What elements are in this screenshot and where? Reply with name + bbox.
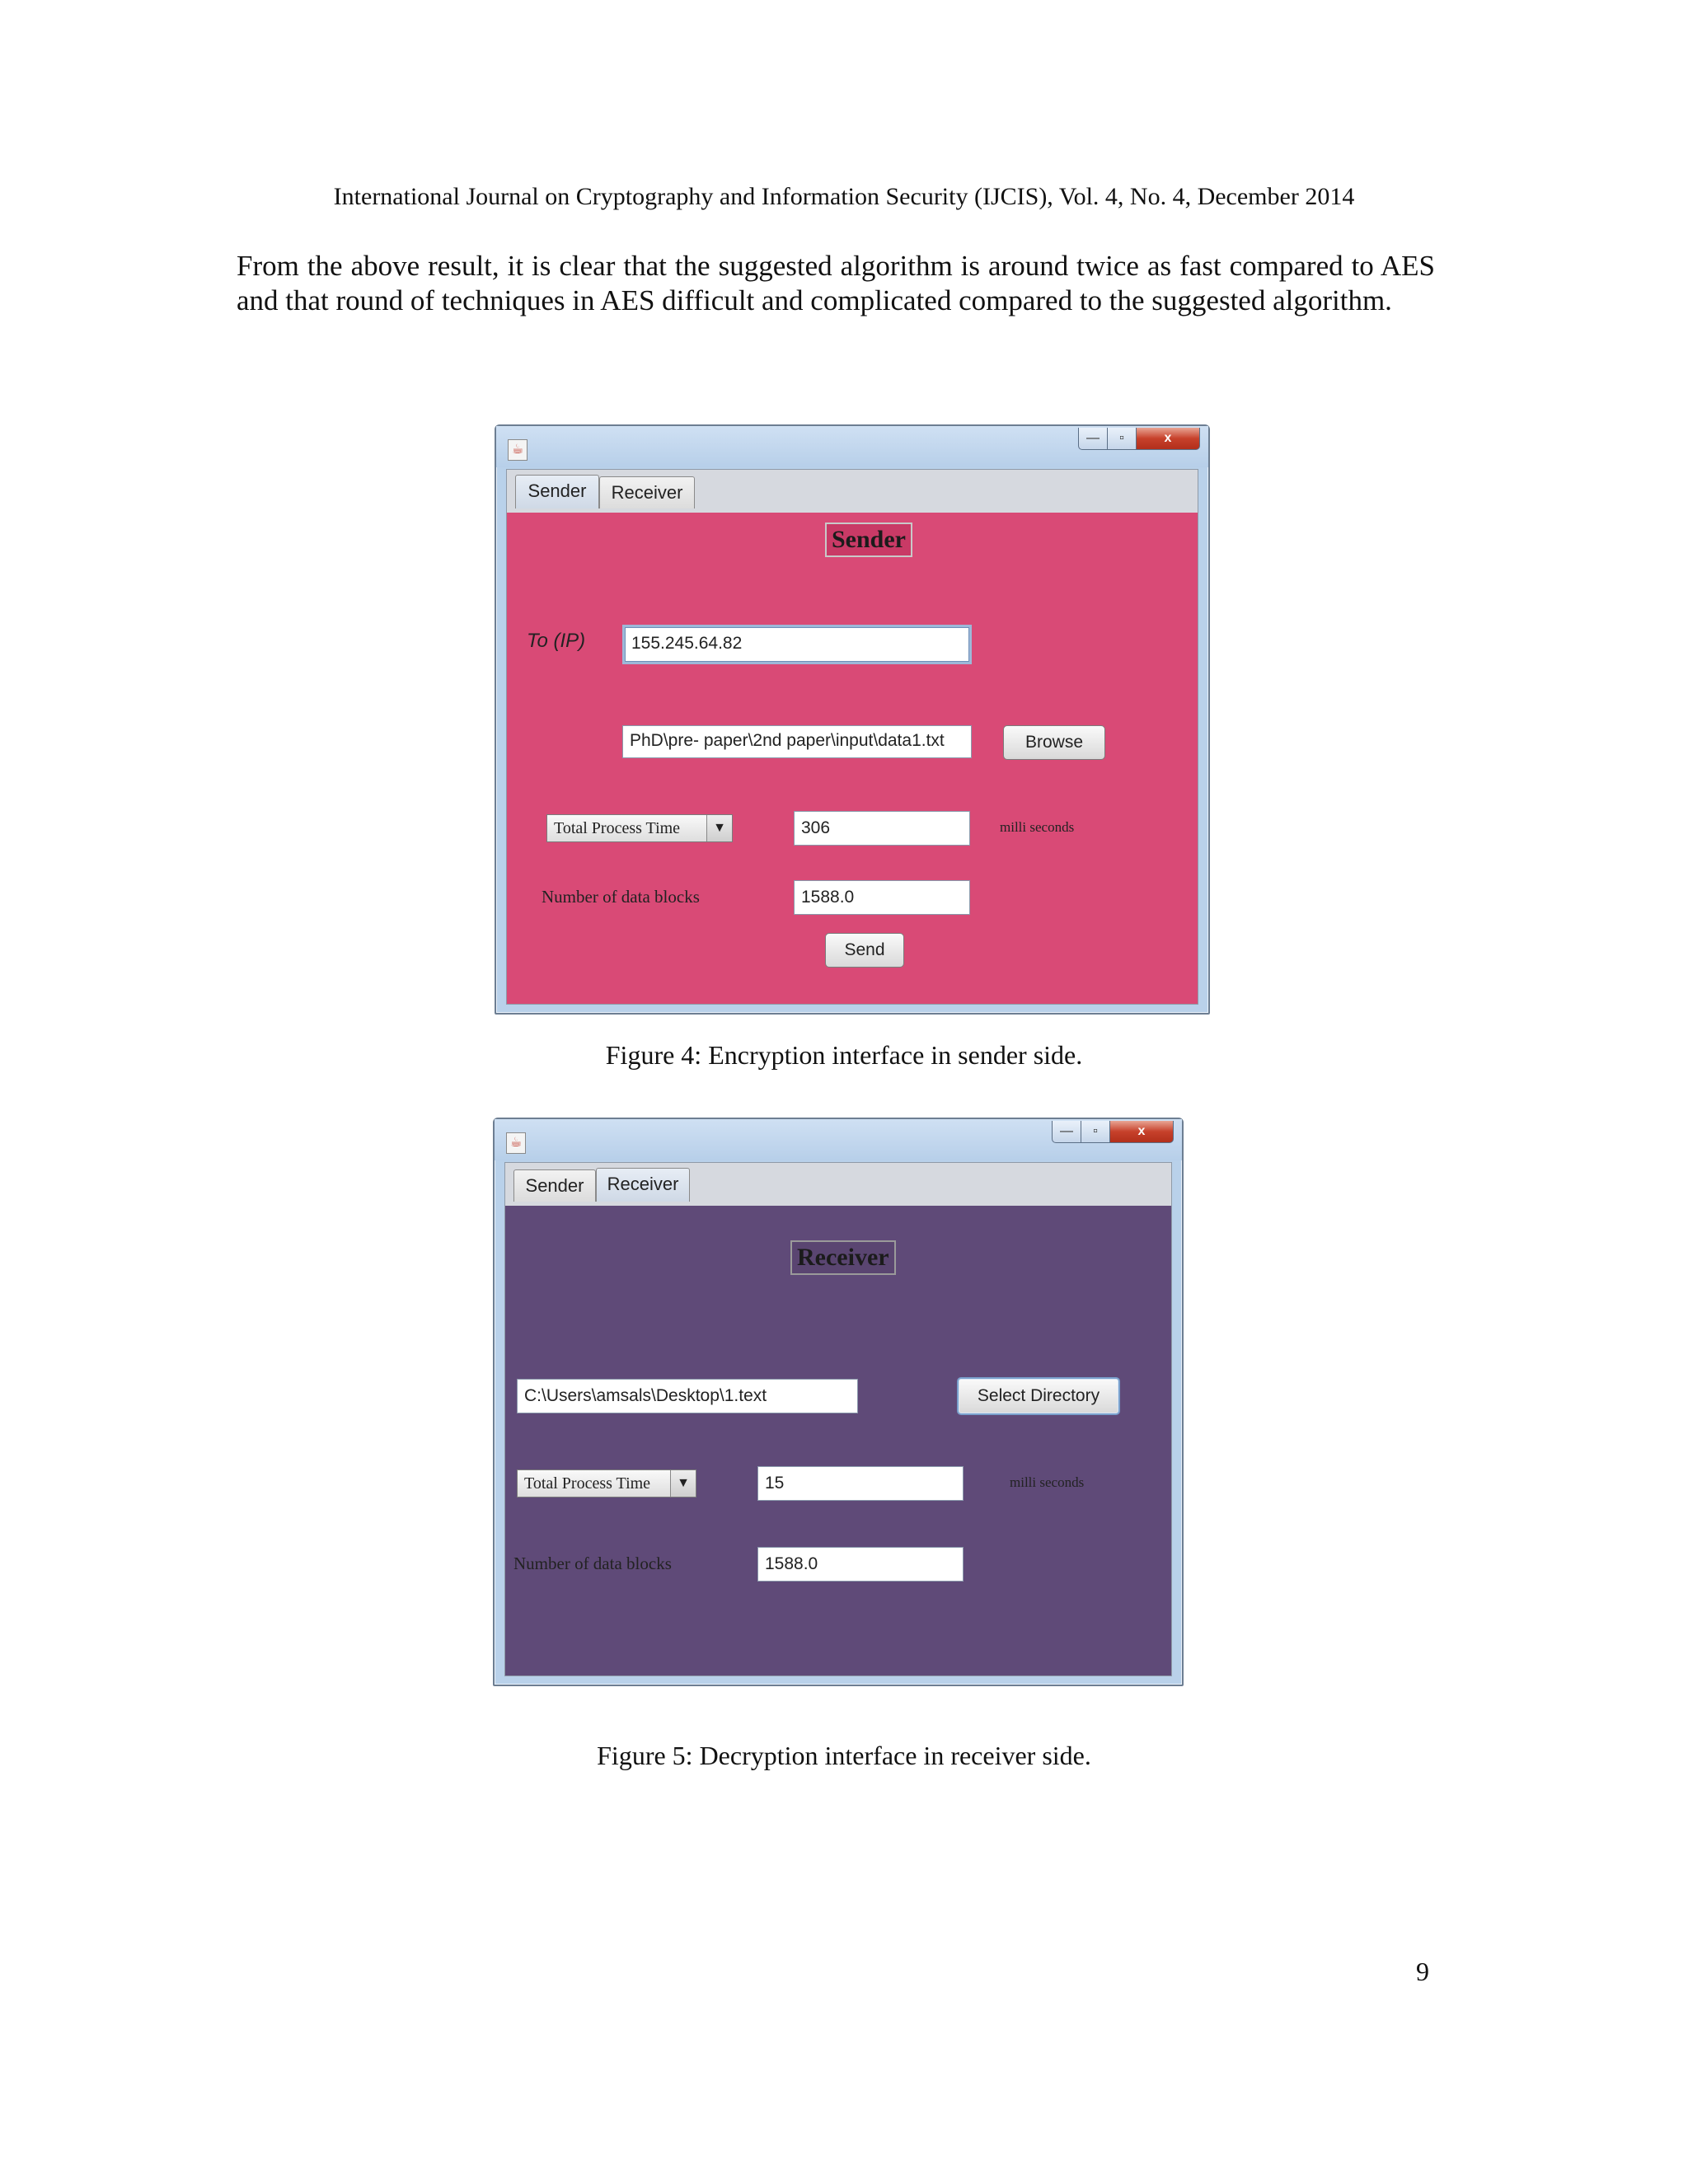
ip-label: To (IP)	[527, 630, 586, 652]
maximize-icon[interactable]: ▫	[1107, 428, 1137, 450]
window-client: Sender Receiver Receiver C:\Users\amsals…	[504, 1162, 1172, 1676]
figure-4-caption: Figure 4: Encryption interface in sender…	[605, 1040, 1083, 1070]
metric-select-value: Total Process Time	[554, 819, 681, 837]
metric-select-value: Total Process Time	[524, 1474, 651, 1493]
page-number: 9	[1416, 1957, 1429, 1986]
time-unit-label: milli seconds	[1010, 1474, 1085, 1490]
time-unit-label: milli seconds	[1000, 819, 1075, 835]
minimize-icon[interactable]: —	[1078, 428, 1108, 450]
window-controls: — ▫ x	[1052, 1121, 1174, 1144]
time-output[interactable]: 15	[757, 1466, 964, 1501]
select-directory-button[interactable]: Select Directory	[957, 1377, 1120, 1415]
maximize-icon[interactable]: ▫	[1081, 1121, 1110, 1143]
directory-path-input[interactable]: C:\Users\amsals\Desktop\1.text	[517, 1379, 858, 1413]
send-button[interactable]: Send	[825, 933, 904, 968]
dropdown-arrow-icon[interactable]: ▼	[670, 1470, 696, 1497]
ip-input[interactable]: 155.245.64.82	[622, 625, 972, 664]
java-app-icon: ☕	[508, 439, 528, 461]
tab-strip: Sender Receiver	[505, 1163, 1171, 1204]
java-app-icon: ☕	[506, 1132, 526, 1154]
sender-panel: Sender To (IP) 155.245.64.82 PhD\pre- pa…	[507, 513, 1198, 1004]
tab-receiver[interactable]: Receiver	[599, 476, 695, 509]
title-bar: ☕ — ▫ x	[496, 426, 1208, 467]
dropdown-arrow-icon[interactable]: ▼	[706, 815, 732, 841]
blocks-label: Number of data blocks	[542, 887, 700, 907]
tab-strip: Sender Receiver	[507, 470, 1198, 511]
window-client: Sender Receiver Sender To (IP) 155.245.6…	[506, 469, 1198, 1005]
browse-button[interactable]: Browse	[1003, 725, 1105, 760]
file-path-input[interactable]: PhD\pre- paper\2nd paper\input\data1.txt	[622, 725, 972, 758]
blocks-output[interactable]: 1588.0	[794, 880, 970, 915]
close-icon[interactable]: x	[1109, 1121, 1174, 1143]
figure-5-caption: Figure 5: Decryption interface in receiv…	[597, 1741, 1091, 1770]
time-output[interactable]: 306	[794, 811, 970, 846]
metric-select[interactable]: Total Process Time ▼	[546, 814, 733, 842]
tab-receiver[interactable]: Receiver	[596, 1168, 690, 1202]
blocks-output[interactable]: 1588.0	[757, 1547, 964, 1582]
receiver-window: ☕ — ▫ x Sender Receiver Receiver C:\User…	[493, 1118, 1184, 1686]
title-bar: ☕ — ▫ x	[495, 1119, 1182, 1160]
panel-heading: Sender	[825, 523, 912, 557]
sender-window: ☕ — ▫ x Sender Receiver Sender To (IP) 1…	[495, 424, 1210, 1015]
tab-sender[interactable]: Sender	[515, 475, 599, 509]
panel-heading: Receiver	[790, 1240, 896, 1275]
minimize-icon[interactable]: —	[1052, 1121, 1081, 1143]
body-paragraph: From the above result, it is clear that …	[237, 250, 1435, 316]
receiver-panel: Receiver C:\Users\amsals\Desktop\1.text …	[505, 1206, 1171, 1675]
blocks-label: Number of data blocks	[513, 1554, 672, 1573]
close-icon[interactable]: x	[1136, 428, 1200, 450]
window-controls: — ▫ x	[1078, 428, 1200, 451]
journal-header: International Journal on Cryptography an…	[333, 183, 1355, 210]
metric-select[interactable]: Total Process Time ▼	[517, 1469, 696, 1497]
tab-sender[interactable]: Sender	[513, 1169, 596, 1202]
